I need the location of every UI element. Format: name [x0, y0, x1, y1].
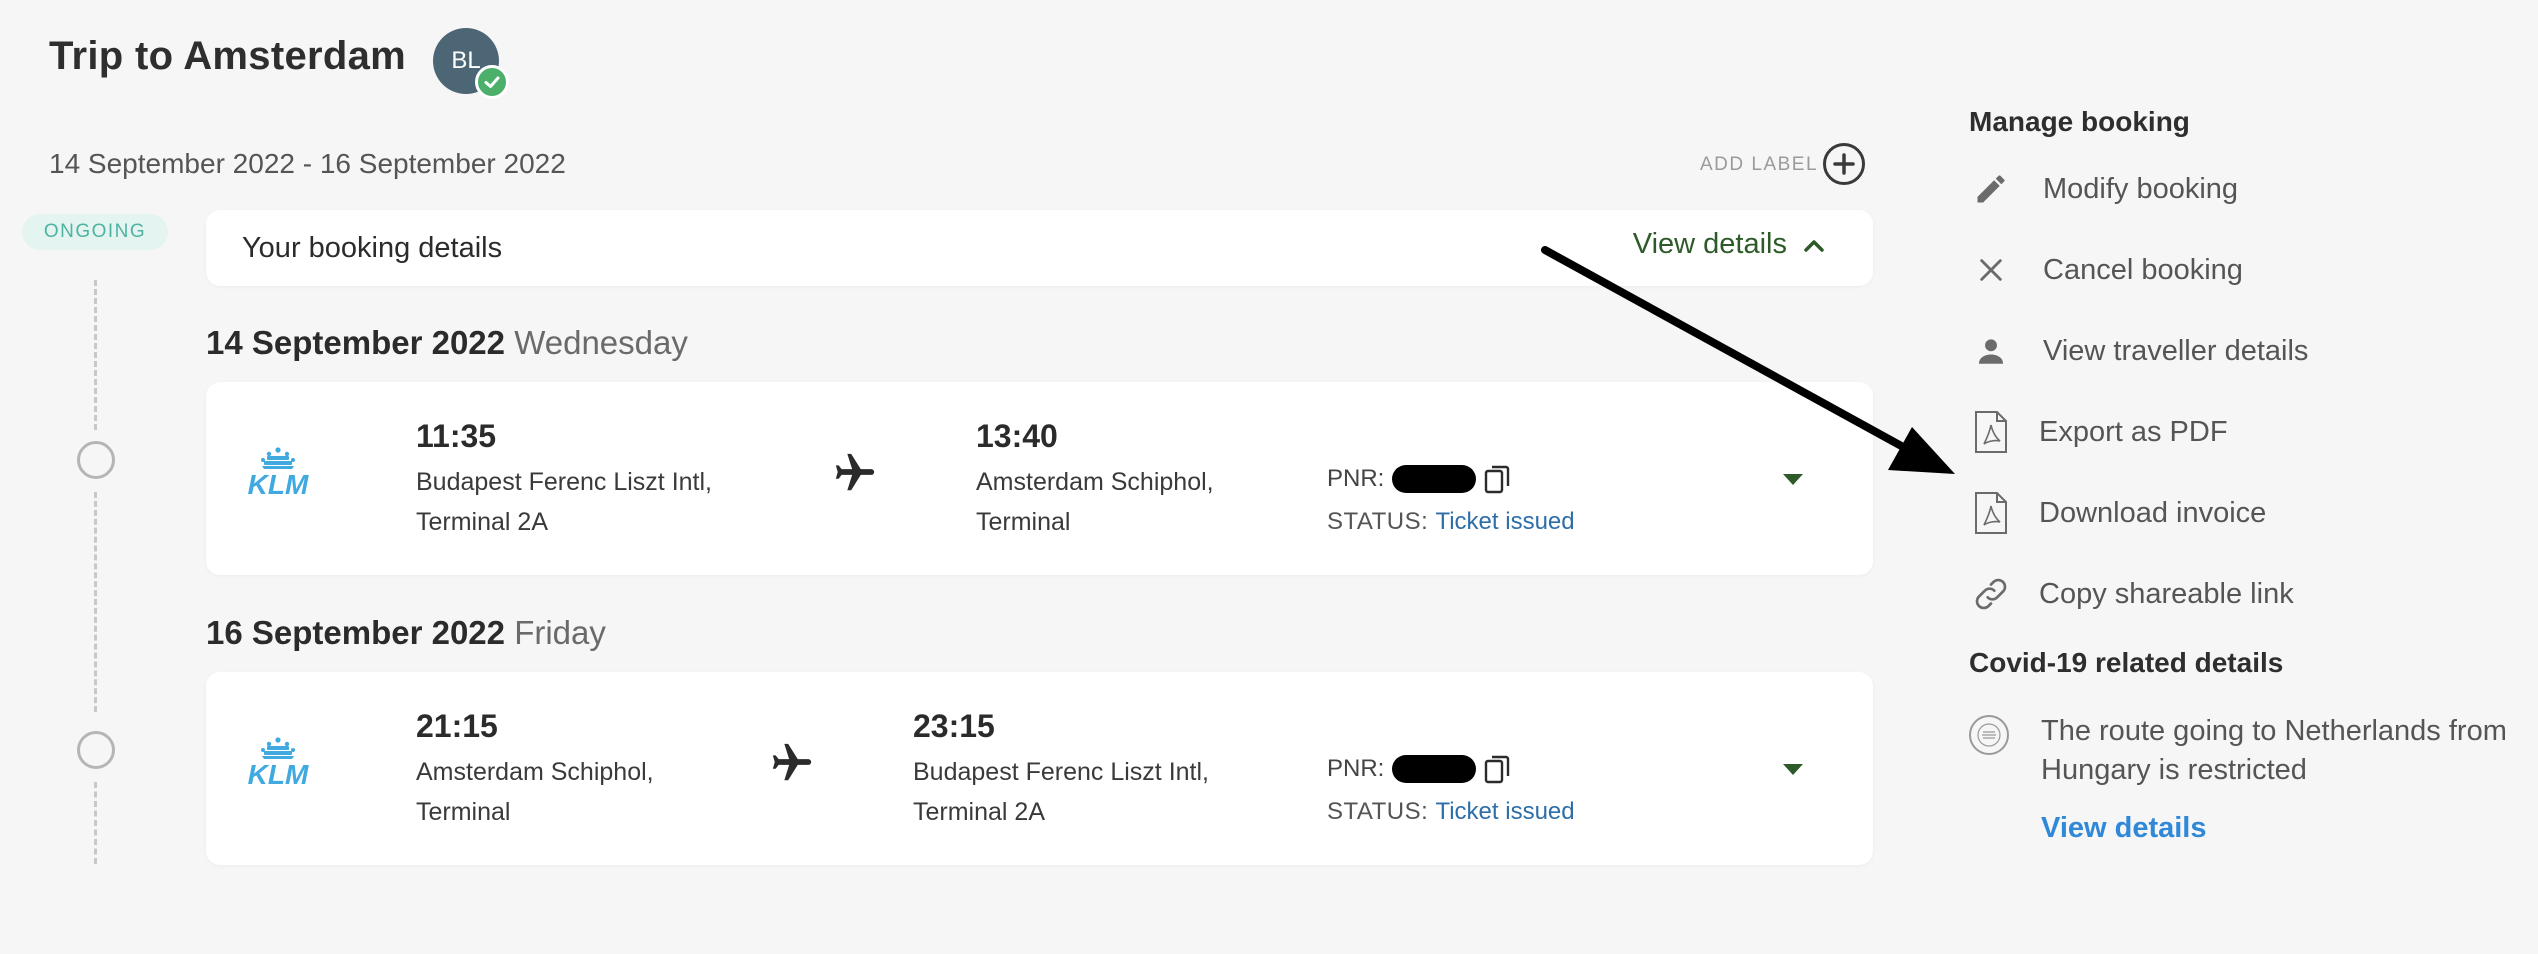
covid-stamp-icon — [1969, 715, 2009, 755]
expand-caret-icon[interactable] — [1783, 474, 1803, 485]
plane-icon — [832, 450, 878, 496]
departure-airport-name: Amsterdam Schiphol, — [416, 758, 654, 786]
chevron-up-icon — [1803, 228, 1825, 261]
pencil-icon — [1969, 167, 2013, 211]
covid-heading: Covid-19 related details — [1969, 647, 2284, 678]
view-traveller-details-button[interactable]: View traveller details — [1969, 326, 2308, 376]
checkmark-icon — [475, 65, 509, 99]
arrival-time: 23:15 — [913, 708, 995, 744]
svg-text:KLM: KLM — [248, 759, 309, 788]
ticket-status: STATUS: Ticket issued — [1327, 508, 1575, 536]
arrival-airport: Amsterdam Schiphol, Terminal — [976, 462, 1214, 542]
timeline-line — [94, 280, 97, 430]
pnr-label: PNR: — [1327, 465, 1385, 492]
day-weekday: Friday — [514, 614, 606, 651]
day-date: 16 September 2022 — [206, 614, 506, 651]
pnr-redacted — [1392, 755, 1477, 783]
covid-view-details-link[interactable]: View details — [2041, 812, 2207, 845]
menu-item-label: Copy shareable link — [2039, 577, 2294, 610]
view-details-label: View details — [1632, 228, 1787, 260]
trip-dates: 14 September 2022 - 16 September 2022 — [49, 148, 566, 179]
departure-time: 11:35 — [416, 418, 497, 454]
export-pdf-button[interactable]: Export as PDF — [1969, 407, 2228, 457]
arrival-terminal: Terminal 2A — [913, 798, 1045, 826]
pnr-label: PNR: — [1327, 755, 1385, 782]
booking-details-label: Your booking details — [242, 232, 503, 264]
departure-time: 21:15 — [416, 708, 498, 744]
copy-icon[interactable] — [1484, 464, 1510, 494]
timeline-dot — [77, 441, 115, 479]
menu-item-label: Cancel booking — [2043, 253, 2243, 286]
expand-caret-icon[interactable] — [1783, 764, 1803, 775]
departure-terminal: Terminal — [416, 798, 511, 826]
cancel-booking-button[interactable]: Cancel booking — [1969, 245, 2243, 295]
person-icon — [1969, 329, 2013, 373]
link-icon — [1969, 572, 2013, 616]
ticket-status: STATUS: Ticket issued — [1327, 798, 1575, 826]
covid-restriction-text: The route going to Netherlands from Hung… — [2041, 715, 2507, 786]
day-heading: 14 September 2022 Wednesday — [206, 324, 688, 362]
pnr-row: PNR: — [1327, 464, 1510, 494]
manage-booking-heading: Manage booking — [1969, 106, 2190, 137]
status-label: STATUS: — [1327, 798, 1429, 825]
klm-logo: KLM — [238, 736, 318, 793]
status-badge: ONGOING — [22, 214, 168, 250]
pdf-icon — [1969, 491, 2013, 535]
close-icon — [1969, 248, 2013, 292]
plane-icon — [769, 740, 815, 786]
arrival-terminal: Terminal — [976, 508, 1071, 536]
day-weekday: Wednesday — [514, 324, 688, 361]
add-label-text[interactable]: ADD LABEL — [1700, 154, 1818, 176]
arrival-time: 13:40 — [976, 418, 1058, 454]
arrival-airport-name: Amsterdam Schiphol, — [976, 468, 1214, 496]
plus-icon[interactable] — [1823, 143, 1865, 185]
pnr-redacted — [1392, 465, 1477, 493]
status-value: Ticket issued — [1435, 798, 1575, 825]
arrival-airport: Budapest Ferenc Liszt Intl, Terminal 2A — [913, 752, 1209, 832]
departure-airport-name: Budapest Ferenc Liszt Intl, — [416, 468, 712, 496]
status-label: STATUS: — [1327, 508, 1429, 535]
day-heading: 16 September 2022 Friday — [206, 614, 606, 652]
copy-icon[interactable] — [1484, 754, 1510, 784]
booking-details-bar[interactable]: Your booking details View details — [206, 210, 1873, 286]
arrival-airport-name: Budapest Ferenc Liszt Intl, — [913, 758, 1209, 786]
pdf-icon — [1969, 410, 2013, 454]
timeline-line — [94, 782, 97, 864]
view-details-button[interactable]: View details — [1633, 228, 1825, 261]
flight-card[interactable]: KLM 21:15 Amsterdam Schiphol, Terminal 2… — [206, 672, 1873, 865]
klm-logo: KLM — [238, 446, 318, 503]
departure-airport: Budapest Ferenc Liszt Intl, Terminal 2A — [416, 462, 712, 542]
menu-item-label: Download invoice — [2039, 496, 2267, 529]
timeline-line — [94, 492, 97, 712]
menu-item-label: Modify booking — [2043, 172, 2239, 205]
menu-item-label: View traveller details — [2043, 334, 2309, 367]
download-invoice-button[interactable]: Download invoice — [1969, 488, 2266, 538]
flight-card[interactable]: KLM 11:35 Budapest Ferenc Liszt Intl, Te… — [206, 382, 1873, 575]
departure-terminal: Terminal 2A — [416, 508, 548, 536]
modify-booking-button[interactable]: Modify booking — [1969, 164, 2238, 214]
svg-text:KLM: KLM — [248, 469, 309, 498]
menu-item-label: Export as PDF — [2039, 415, 2228, 448]
pnr-row: PNR: — [1327, 754, 1510, 784]
page-title: Trip to Amsterdam — [49, 34, 407, 78]
timeline-dot — [77, 731, 115, 769]
departure-airport: Amsterdam Schiphol, Terminal — [416, 752, 654, 832]
copy-shareable-link-button[interactable]: Copy shareable link — [1969, 569, 2294, 619]
status-value: Ticket issued — [1435, 508, 1575, 535]
day-date: 14 September 2022 — [206, 324, 506, 361]
